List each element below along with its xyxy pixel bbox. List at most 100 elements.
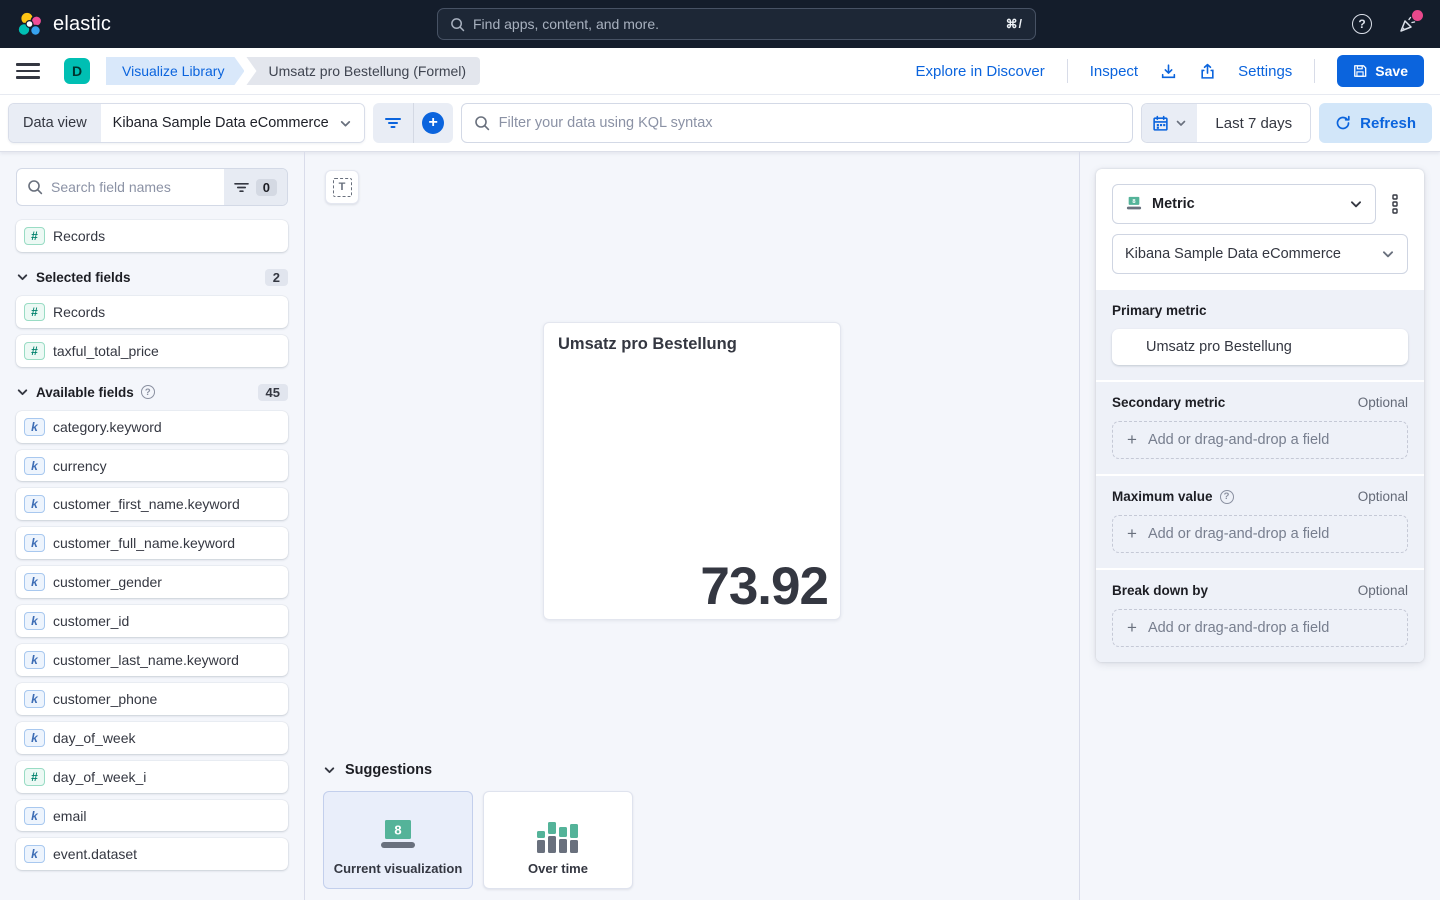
panel-settings-icon[interactable]: [1382, 184, 1408, 224]
date-picker: Last 7 days: [1141, 103, 1311, 143]
settings-link[interactable]: Settings: [1238, 63, 1292, 80]
text-options-button[interactable]: T: [325, 170, 359, 204]
field-type-badge: k: [24, 534, 45, 552]
data-view-label: Data view: [9, 104, 101, 142]
date-picker-calendar-button[interactable]: [1142, 104, 1197, 142]
metric-chart-icon: 8: [1125, 196, 1143, 212]
hamburger-menu-icon[interactable]: [16, 59, 40, 83]
field-item[interactable]: k customer_first_name.keyword: [16, 488, 288, 520]
suggestion-label: Current visualization: [334, 861, 463, 876]
suggestions-header[interactable]: Suggestions: [323, 762, 633, 778]
inspect-link[interactable]: Inspect: [1090, 63, 1138, 80]
newsfeed-icon[interactable]: [1398, 14, 1418, 34]
field-search: 0: [16, 168, 288, 206]
help-icon[interactable]: ?: [1352, 14, 1372, 34]
filter-list-icon[interactable]: [373, 103, 413, 143]
field-name: event.dataset: [53, 844, 137, 864]
field-item[interactable]: k currency: [16, 450, 288, 482]
share-icon[interactable]: [1199, 63, 1216, 80]
chevron-down-icon: [16, 386, 29, 399]
field-item[interactable]: k customer_last_name.keyword: [16, 644, 288, 676]
chevron-down-icon: [323, 764, 336, 777]
field-type-badge: k: [24, 612, 45, 630]
app-nav-bar: D Visualize Library Umsatz pro Bestellun…: [0, 48, 1440, 95]
kql-query-input-box[interactable]: [461, 103, 1134, 143]
field-item[interactable]: k category.keyword: [16, 411, 288, 443]
available-fields-header[interactable]: Available fields ? 45: [16, 384, 288, 401]
field-item[interactable]: k day_of_week: [16, 722, 288, 754]
optional-label: Optional: [1358, 395, 1408, 410]
field-name: customer_first_name.keyword: [53, 494, 240, 514]
kql-query-input[interactable]: [499, 115, 1121, 131]
filter-lines-icon: [234, 181, 249, 194]
selected-fields-count: 2: [265, 269, 288, 286]
field-item[interactable]: # Records: [16, 296, 288, 328]
field-item[interactable]: k customer_gender: [16, 566, 288, 598]
panel-data-view-select[interactable]: Kibana Sample Data eCommerce: [1112, 234, 1408, 274]
suggestions-section: Suggestions 8 Current visualization: [323, 762, 633, 889]
global-header: elastic ⌘/ ?: [0, 0, 1440, 48]
data-view-select[interactable]: Kibana Sample Data eCommerce: [101, 104, 364, 142]
section-label: Maximum value: [1112, 489, 1213, 504]
field-item[interactable]: k event.dataset: [16, 838, 288, 870]
add-filter-button[interactable]: +: [413, 103, 453, 143]
dropzone-label: Add or drag-and-drop a field: [1148, 432, 1329, 448]
field-item[interactable]: k customer_phone: [16, 683, 288, 715]
records-field-list: # Records: [16, 220, 288, 252]
elastic-logo[interactable]: elastic: [16, 10, 111, 38]
space-badge[interactable]: D: [64, 58, 90, 84]
suggestion-over-time[interactable]: Over time: [483, 791, 633, 889]
text-select-icon: T: [333, 178, 352, 197]
field-item[interactable]: k customer_full_name.keyword: [16, 527, 288, 559]
field-type-badge: k: [24, 418, 45, 436]
suggestion-current-visualization[interactable]: 8 Current visualization: [323, 791, 473, 889]
field-type-badge: k: [24, 573, 45, 591]
field-name: customer_full_name.keyword: [53, 533, 235, 553]
field-filter-count: 0: [256, 179, 277, 196]
explore-in-discover-link[interactable]: Explore in Discover: [916, 63, 1045, 80]
field-name: taxful_total_price: [53, 341, 159, 361]
field-item[interactable]: k customer_id: [16, 605, 288, 637]
field-item[interactable]: k email: [16, 800, 288, 832]
viz-value: 73.92: [700, 556, 828, 617]
chevron-down-icon: [16, 271, 29, 284]
field-name: day_of_week: [53, 728, 136, 748]
secondary-metric-dropzone[interactable]: + Add or drag-and-drop a field: [1112, 421, 1408, 459]
optional-label: Optional: [1358, 489, 1408, 504]
download-icon[interactable]: [1160, 63, 1177, 80]
global-search[interactable]: ⌘/: [437, 8, 1036, 40]
breadcrumb-visualize-library[interactable]: Visualize Library: [106, 57, 244, 85]
unified-search-bar: Data view Kibana Sample Data eCommerce +…: [0, 95, 1440, 152]
calendar-icon: [1152, 115, 1169, 132]
field-item[interactable]: # Records: [16, 220, 288, 252]
available-fields-count: 45: [258, 384, 288, 401]
save-button[interactable]: Save: [1337, 55, 1424, 87]
dropzone-label: Add or drag-and-drop a field: [1148, 526, 1329, 542]
bar-chart-icon: [484, 816, 632, 856]
search-icon: [27, 179, 43, 195]
field-type-badge: #: [24, 303, 45, 321]
global-search-input[interactable]: [473, 16, 998, 32]
save-label: Save: [1375, 63, 1408, 79]
lens-workspace: T Umsatz pro Bestellung 73.92 Suggestion…: [305, 152, 1080, 900]
chevron-down-icon: [1381, 247, 1395, 261]
field-name: day_of_week_i: [53, 767, 146, 787]
refresh-button[interactable]: Refresh: [1319, 103, 1432, 143]
info-icon[interactable]: ?: [141, 385, 155, 399]
field-item[interactable]: # taxful_total_price: [16, 335, 288, 367]
info-icon[interactable]: ?: [1220, 490, 1234, 504]
field-filter-button[interactable]: 0: [224, 169, 287, 205]
field-name: customer_phone: [53, 689, 157, 709]
time-range-value[interactable]: Last 7 days: [1197, 104, 1310, 142]
brand-name: elastic: [53, 13, 111, 36]
break-down-by-dropzone[interactable]: + Add or drag-and-drop a field: [1112, 609, 1408, 647]
metric-visualization: Umsatz pro Bestellung 73.92: [543, 322, 841, 620]
maximum-value-dropzone[interactable]: + Add or drag-and-drop a field: [1112, 515, 1408, 553]
field-search-input[interactable]: [51, 179, 214, 195]
primary-metric-dimension[interactable]: Umsatz pro Bestellung: [1112, 329, 1408, 365]
chart-type-switcher[interactable]: 8 Metric: [1112, 184, 1376, 224]
available-fields-list: k category.keyword k currency k customer…: [16, 411, 288, 871]
field-name: Records: [53, 226, 105, 246]
selected-fields-header[interactable]: Selected fields 2: [16, 269, 288, 286]
field-item[interactable]: # day_of_week_i: [16, 761, 288, 793]
